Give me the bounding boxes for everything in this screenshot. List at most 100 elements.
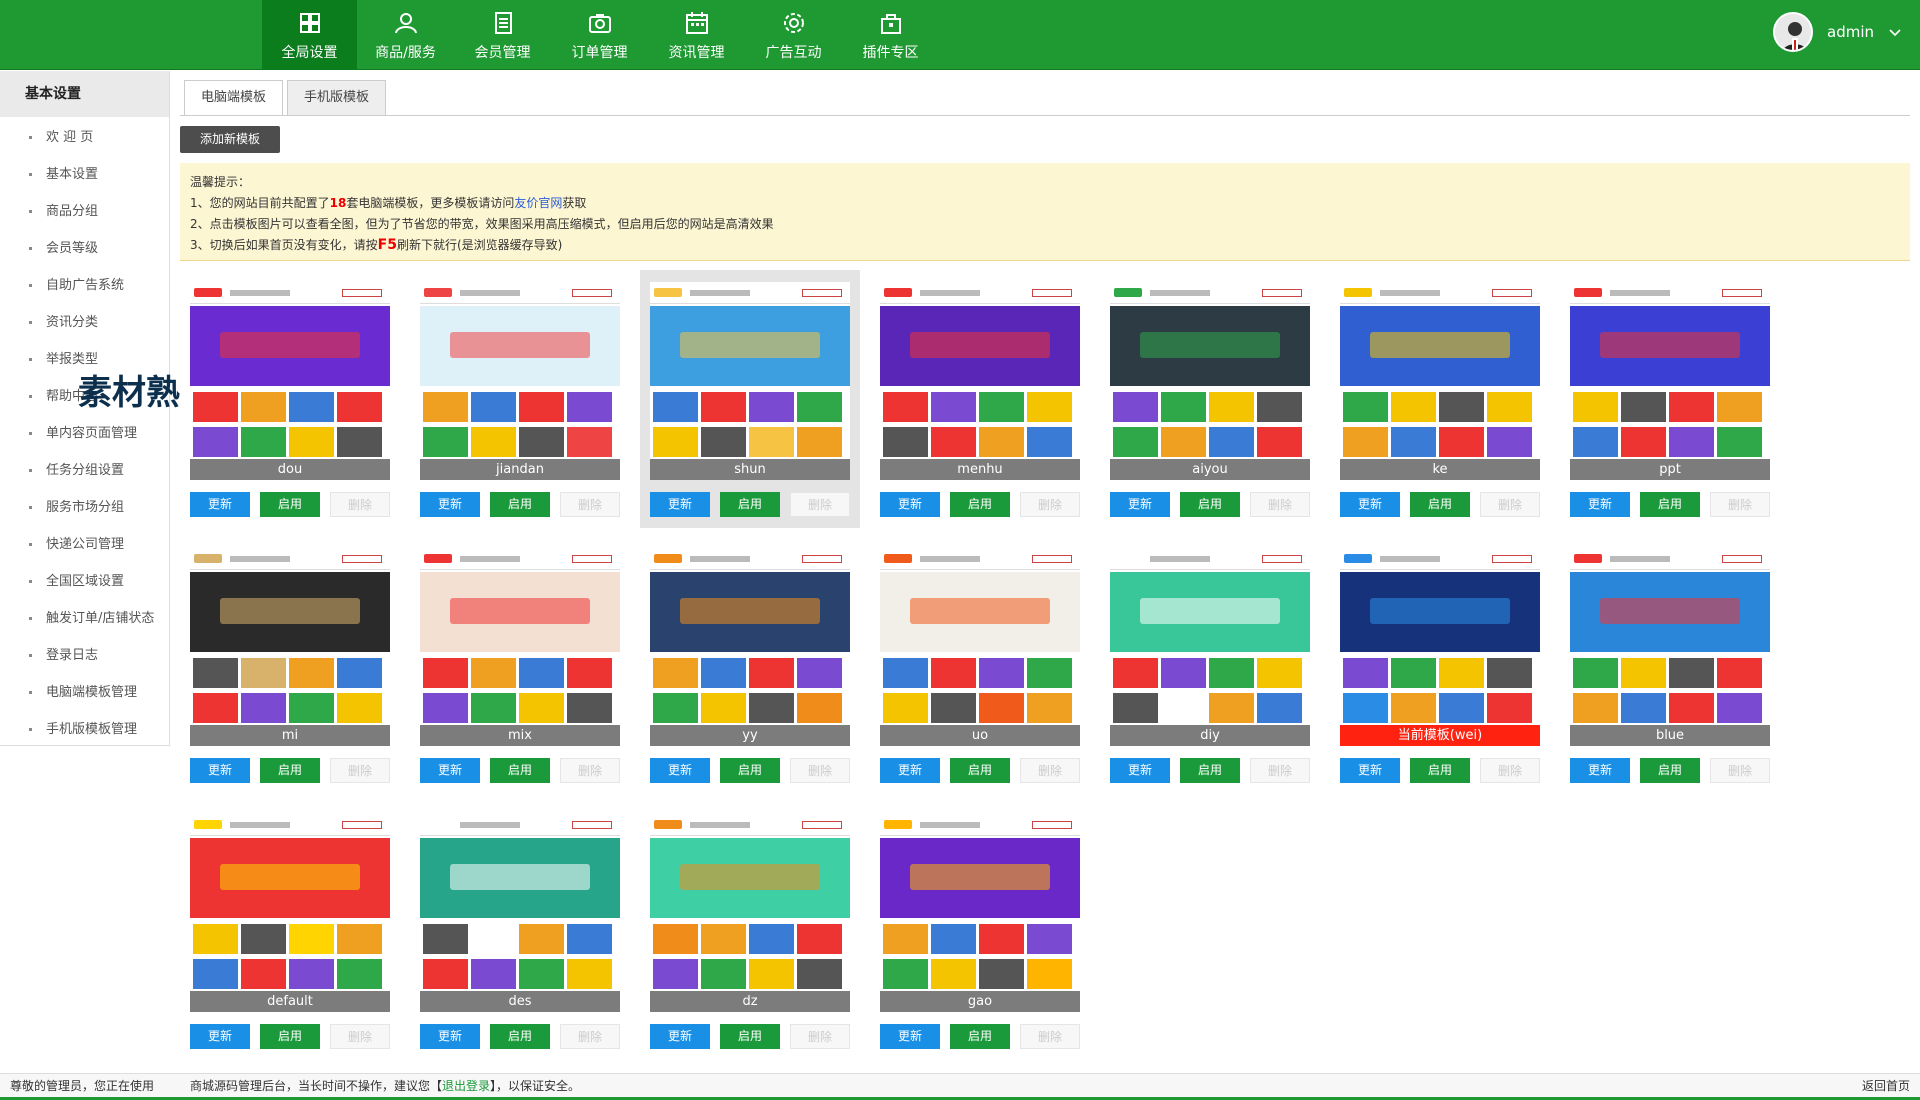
sidebar-item[interactable]: 电脑端模板管理 (0, 674, 169, 711)
enable-button[interactable]: 启用 (950, 758, 1010, 783)
delete-button[interactable]: 删除 (330, 492, 390, 517)
update-button[interactable]: 更新 (1570, 758, 1630, 783)
update-button[interactable]: 更新 (650, 1024, 710, 1049)
delete-button[interactable]: 删除 (1710, 492, 1770, 517)
update-button[interactable]: 更新 (190, 1024, 250, 1049)
template-thumbnail[interactable]: yy (650, 548, 850, 746)
delete-button[interactable]: 删除 (1020, 1024, 1080, 1049)
update-button[interactable]: 更新 (650, 758, 710, 783)
sidebar-item[interactable]: 快递公司管理 (0, 526, 169, 563)
enable-button[interactable]: 启用 (260, 1024, 320, 1049)
nav-item[interactable]: 全局设置 (262, 0, 357, 70)
template-thumbnail[interactable]: 当前模板(wei) (1340, 548, 1540, 746)
template-thumbnail[interactable]: des (420, 814, 620, 1012)
template-thumbnail[interactable]: shun (650, 282, 850, 480)
enable-button[interactable]: 启用 (720, 758, 780, 783)
avatar[interactable] (1773, 12, 1813, 52)
update-button[interactable]: 更新 (190, 492, 250, 517)
delete-button[interactable]: 删除 (1020, 492, 1080, 517)
sidebar-item[interactable]: 帮助中心 (0, 378, 169, 415)
template-thumbnail[interactable]: dou (190, 282, 390, 480)
sidebar-item[interactable]: 任务分组设置 (0, 452, 169, 489)
enable-button[interactable]: 启用 (1640, 758, 1700, 783)
update-button[interactable]: 更新 (190, 758, 250, 783)
template-thumbnail[interactable]: ke (1340, 282, 1540, 480)
delete-button[interactable]: 删除 (790, 492, 850, 517)
sidebar-item[interactable]: 登录日志 (0, 637, 169, 674)
delete-button[interactable]: 删除 (1710, 758, 1770, 783)
sidebar-item[interactable]: 基本设置 (0, 156, 169, 193)
sidebar-item[interactable]: 单内容页面管理 (0, 415, 169, 452)
delete-button[interactable]: 删除 (560, 492, 620, 517)
enable-button[interactable]: 启用 (720, 492, 780, 517)
nav-item[interactable]: 插件专区 (842, 0, 939, 70)
template-thumbnail[interactable]: blue (1570, 548, 1770, 746)
back-home-link[interactable]: 返回首页 (1862, 1074, 1910, 1098)
enable-button[interactable]: 启用 (490, 492, 550, 517)
template-thumbnail[interactable]: default (190, 814, 390, 1012)
sidebar-item[interactable]: 自助广告系统 (0, 267, 169, 304)
sidebar-item[interactable]: 欢 迎 页 (0, 119, 169, 156)
update-button[interactable]: 更新 (1110, 492, 1170, 517)
template-thumbnail[interactable]: menhu (880, 282, 1080, 480)
delete-button[interactable]: 删除 (1250, 492, 1310, 517)
delete-button[interactable]: 删除 (790, 758, 850, 783)
delete-button[interactable]: 删除 (1480, 492, 1540, 517)
sidebar-item[interactable]: 会员等级 (0, 230, 169, 267)
update-button[interactable]: 更新 (880, 758, 940, 783)
update-button[interactable]: 更新 (880, 1024, 940, 1049)
template-thumbnail[interactable]: ppt (1570, 282, 1770, 480)
delete-button[interactable]: 删除 (1480, 758, 1540, 783)
enable-button[interactable]: 启用 (490, 758, 550, 783)
logout-link[interactable]: 退出登录 (442, 1079, 490, 1093)
enable-button[interactable]: 启用 (950, 492, 1010, 517)
nav-item[interactable]: 商品/服务 (357, 0, 454, 70)
update-button[interactable]: 更新 (1340, 758, 1400, 783)
template-thumbnail[interactable]: mi (190, 548, 390, 746)
delete-button[interactable]: 删除 (330, 1024, 390, 1049)
template-thumbnail[interactable]: uo (880, 548, 1080, 746)
enable-button[interactable]: 启用 (720, 1024, 780, 1049)
enable-button[interactable]: 启用 (950, 1024, 1010, 1049)
delete-button[interactable]: 删除 (330, 758, 390, 783)
template-thumbnail[interactable]: jiandan (420, 282, 620, 480)
enable-button[interactable]: 启用 (490, 1024, 550, 1049)
update-button[interactable]: 更新 (1570, 492, 1630, 517)
update-button[interactable]: 更新 (650, 492, 710, 517)
update-button[interactable]: 更新 (420, 1024, 480, 1049)
enable-button[interactable]: 启用 (1180, 758, 1240, 783)
update-button[interactable]: 更新 (420, 492, 480, 517)
sidebar-item[interactable]: 服务市场分组 (0, 489, 169, 526)
update-button[interactable]: 更新 (880, 492, 940, 517)
delete-button[interactable]: 删除 (790, 1024, 850, 1049)
official-site-link[interactable]: 友价官网 (514, 196, 562, 210)
sidebar-item[interactable]: 触发订单/店铺状态 (0, 600, 169, 637)
sidebar-item[interactable]: 举报类型 (0, 341, 169, 378)
enable-button[interactable]: 启用 (260, 492, 320, 517)
sidebar-item[interactable]: 商品分组 (0, 193, 169, 230)
nav-item[interactable]: 广告互动 (745, 0, 842, 70)
update-button[interactable]: 更新 (1340, 492, 1400, 517)
delete-button[interactable]: 删除 (560, 758, 620, 783)
enable-button[interactable]: 启用 (1180, 492, 1240, 517)
tab-pc-templates[interactable]: 电脑端模板 (184, 80, 284, 116)
update-button[interactable]: 更新 (1110, 758, 1170, 783)
username[interactable]: admin (1827, 23, 1874, 41)
template-thumbnail[interactable]: gao (880, 814, 1080, 1012)
nav-item[interactable]: 订单管理 (551, 0, 648, 70)
enable-button[interactable]: 启用 (1410, 758, 1470, 783)
delete-button[interactable]: 删除 (560, 1024, 620, 1049)
sidebar-item[interactable]: 手机版模板管理 (0, 711, 169, 748)
enable-button[interactable]: 启用 (1640, 492, 1700, 517)
enable-button[interactable]: 启用 (260, 758, 320, 783)
nav-item[interactable]: 会员管理 (454, 0, 551, 70)
template-thumbnail[interactable]: diy (1110, 548, 1310, 746)
template-thumbnail[interactable]: mix (420, 548, 620, 746)
sidebar-item[interactable]: 全国区域设置 (0, 563, 169, 600)
chevron-down-icon[interactable] (1888, 25, 1902, 39)
delete-button[interactable]: 删除 (1250, 758, 1310, 783)
nav-item[interactable]: 资讯管理 (648, 0, 745, 70)
add-template-button[interactable]: 添加新模板 (180, 126, 280, 153)
template-thumbnail[interactable]: aiyou (1110, 282, 1310, 480)
delete-button[interactable]: 删除 (1020, 758, 1080, 783)
